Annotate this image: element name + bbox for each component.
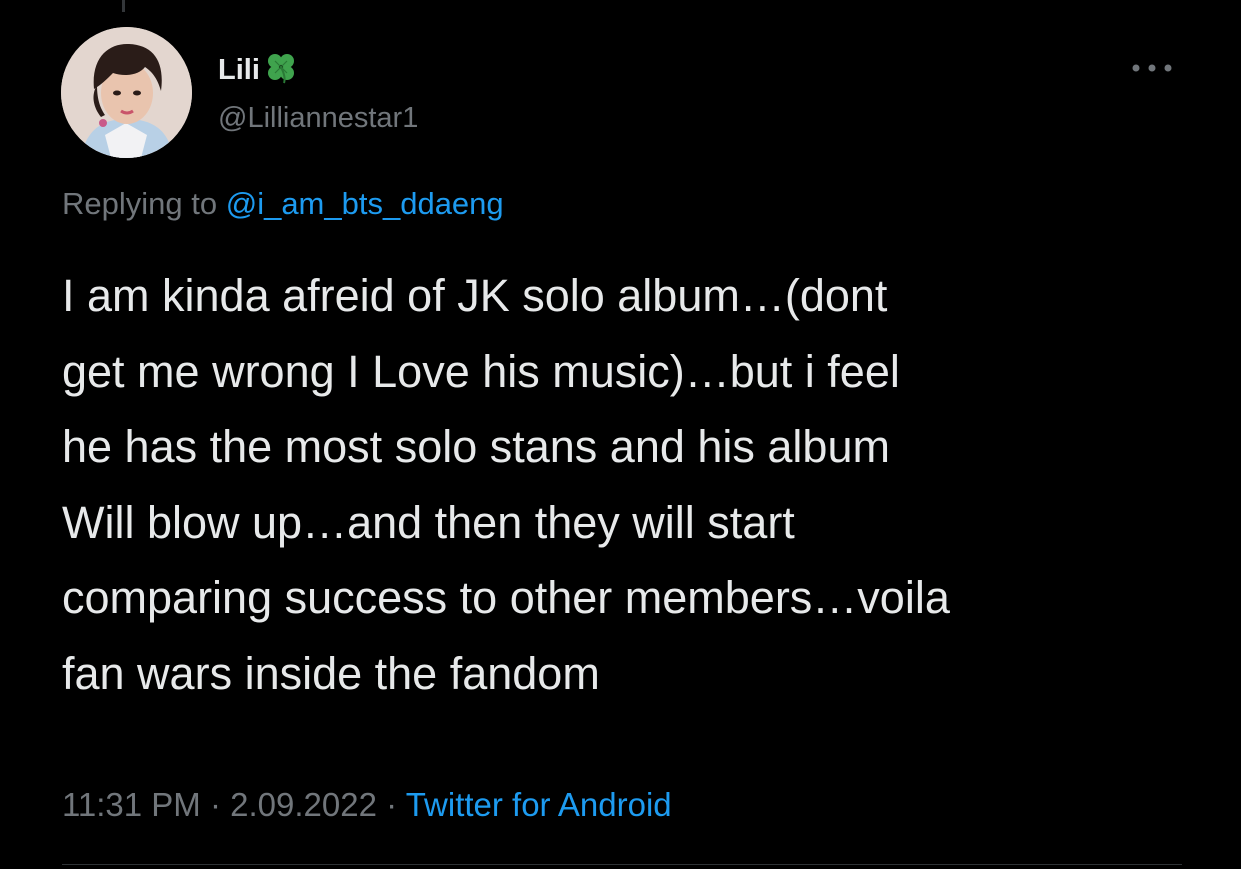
tweet-text-line: he has the most solo stans and his album: [62, 421, 890, 473]
tweet-metadata: 11:31 PM · 2.09.2022 · Twitter for Andro…: [62, 785, 672, 825]
author-handle[interactable]: @Lilliannestar1: [218, 100, 418, 136]
reply-to-mention-link[interactable]: @i_am_bts_ddaeng: [226, 186, 504, 221]
tweet-time[interactable]: 11:31 PM: [62, 786, 201, 823]
meta-separator: ·: [200, 786, 231, 823]
replying-to-line: Replying to @i_am_bts_ddaeng: [62, 184, 504, 224]
more-horizontal-icon: [1132, 64, 1172, 72]
avatar-image: [61, 27, 192, 158]
tweet-source-link[interactable]: Twitter for Android: [406, 786, 672, 823]
tweet-text-line: comparing success to other members…voila: [62, 572, 950, 624]
tweet-text-line: Will blow up…and then they will start: [62, 496, 795, 548]
tweet-text: I am kinda afreid of JK solo album…(dont…: [62, 258, 1222, 712]
meta-separator: ·: [376, 786, 406, 823]
tweet-date[interactable]: 2.09.2022: [230, 786, 377, 823]
thread-connector-line: [122, 0, 125, 12]
four-leaf-clover-icon: [264, 50, 298, 89]
divider: [62, 864, 1182, 865]
replying-to-label: Replying to: [62, 186, 226, 221]
tweet-text-line: fan wars inside the fandom: [62, 647, 600, 699]
tweet-text-line: I am kinda afreid of JK solo album…(dont: [62, 270, 888, 321]
more-options-button[interactable]: [1124, 56, 1180, 80]
avatar[interactable]: [61, 27, 192, 158]
author-name-row[interactable]: Lili: [218, 50, 298, 89]
display-name[interactable]: Lili: [218, 52, 260, 88]
tweet-text-line: get me wrong I Love his music)…but i fee…: [62, 345, 900, 397]
